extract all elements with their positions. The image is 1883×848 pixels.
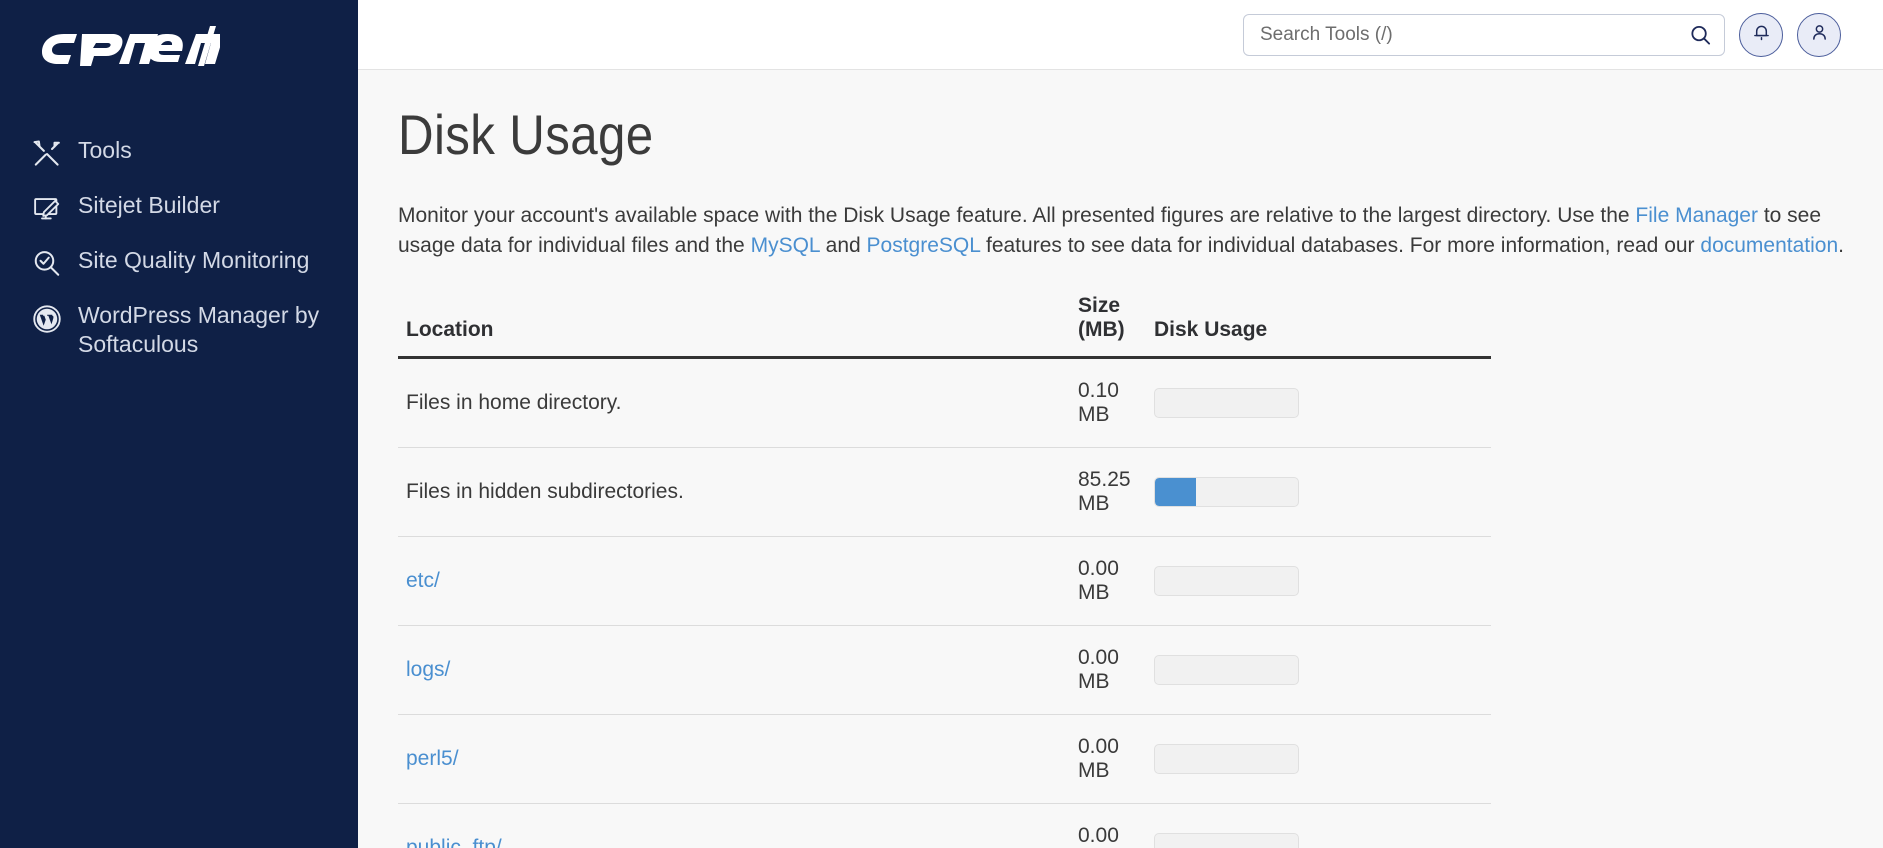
postgresql-link[interactable]: PostgreSQL [867,234,981,257]
content-area: Disk Usage Monitor your account's availa… [358,70,1883,848]
cpanel-app: Tools Sitejet Builder Site Quality Monit… [0,0,1883,848]
row-size-cell: 85.25 MB [1070,447,1132,538]
description-part-5: . [1838,233,1844,257]
description-part-3: and [819,233,867,257]
sidebar-item-label: Site Quality Monitoring [78,247,310,273]
row-location-cell: Files in home directory. [398,357,1070,449]
sidebar-item-wordpress-manager[interactable]: WordPress Manager by Softaculous [0,291,358,370]
row-disk-usage-cell [1132,625,1491,716]
sidebar-item-label: Sitejet Builder [78,192,220,218]
directory-link[interactable]: logs/ [406,658,450,681]
file-manager-link[interactable]: File Manager [1635,204,1758,227]
size-header-line2: (MB) [1078,318,1125,342]
usage-bar-fill [1155,478,1197,507]
sidebar-item-site-quality-monitoring[interactable]: Site Quality Monitoring [0,236,358,291]
user-icon [1809,22,1830,48]
row-size-cell: 0.00 MB [1070,714,1132,805]
sidebar-item-tools[interactable]: Tools [0,126,358,181]
row-location-cell: perl5/ [398,714,1070,805]
column-header-disk-usage: Disk Usage [1132,294,1491,360]
page-title: Disk Usage [398,103,654,166]
wordpress-icon [30,302,64,336]
row-disk-usage-cell [1132,803,1491,848]
row-size-cell: 0.10 MB [1070,357,1132,449]
column-header-size: Size (MB) [1070,294,1132,360]
page-description: Monitor your account's available space w… [398,201,1848,261]
row-disk-usage-cell [1132,357,1491,449]
notifications-button[interactable] [1739,12,1783,57]
search-icon[interactable] [1689,23,1712,46]
search-input[interactable] [1243,13,1725,56]
row-size-cell: 0.00 MB [1070,536,1132,627]
mysql-link[interactable]: MySQL [751,234,820,257]
directory-link[interactable]: etc/ [406,569,440,592]
table-header-row: Location Size (MB) Disk Usage [398,294,1491,360]
search-box [1243,13,1725,56]
sidebar: Tools Sitejet Builder Site Quality Monit… [0,0,358,848]
table-row: public_ftp/0.00 MB [398,803,1491,848]
size-header-line1: Size [1078,294,1121,318]
sidebar-nav: Tools Sitejet Builder Site Quality Monit… [0,126,358,370]
row-location-cell: public_ftp/ [398,803,1070,848]
row-disk-usage-cell [1132,447,1491,538]
tools-icon [30,137,64,171]
usage-bar-track [1154,477,1299,508]
usage-bar-track [1154,655,1299,686]
usage-bar-track [1154,833,1299,848]
cpanel-logo[interactable] [0,0,358,108]
monitor-pen-icon [30,192,64,226]
column-header-location: Location [398,294,1070,360]
table-head: Location Size (MB) Disk Usage [398,294,1491,360]
table-body: Files in home directory. 0.10 MB Files in … [398,357,1491,848]
row-location-cell: Files in hidden subdirectories. [398,447,1070,538]
row-size-cell: 0.00 MB [1070,803,1132,848]
table-row: Files in home directory. 0.10 MB [398,357,1491,449]
sidebar-item-label: Tools [78,137,132,163]
table-row: perl5/0.00 MB [398,714,1491,805]
usage-bar-track [1154,566,1299,597]
table-row: Files in hidden subdirectories. 85.25 MB [398,447,1491,538]
documentation-link[interactable]: documentation [1700,234,1838,257]
directory-link[interactable]: perl5/ [406,747,459,770]
description-part-4: features to see data for individual data… [980,233,1701,257]
bell-icon [1751,22,1772,48]
account-button[interactable] [1797,12,1841,57]
magnifier-check-icon [30,247,64,281]
row-size-cell: 0.00 MB [1070,625,1132,716]
top-bar [358,0,1883,70]
row-disk-usage-cell [1132,536,1491,627]
row-disk-usage-cell [1132,714,1491,805]
row-location-cell: logs/ [398,625,1070,716]
usage-bar-track [1154,388,1299,419]
table-row: logs/0.00 MB [398,625,1491,716]
sidebar-item-label: WordPress Manager by Softaculous [78,302,320,358]
row-location-cell: etc/ [398,536,1070,627]
table-row: etc/0.00 MB [398,536,1491,627]
main-area: Disk Usage Monitor your account's availa… [358,0,1883,848]
description-part-1: Monitor your account's available space w… [398,203,1636,227]
disk-usage-table: Location Size (MB) Disk Usage Files in h… [398,294,1491,848]
directory-link[interactable]: public_ftp/ [406,836,502,848]
usage-bar-track [1154,744,1299,775]
sidebar-item-sitejet-builder[interactable]: Sitejet Builder [0,181,358,236]
